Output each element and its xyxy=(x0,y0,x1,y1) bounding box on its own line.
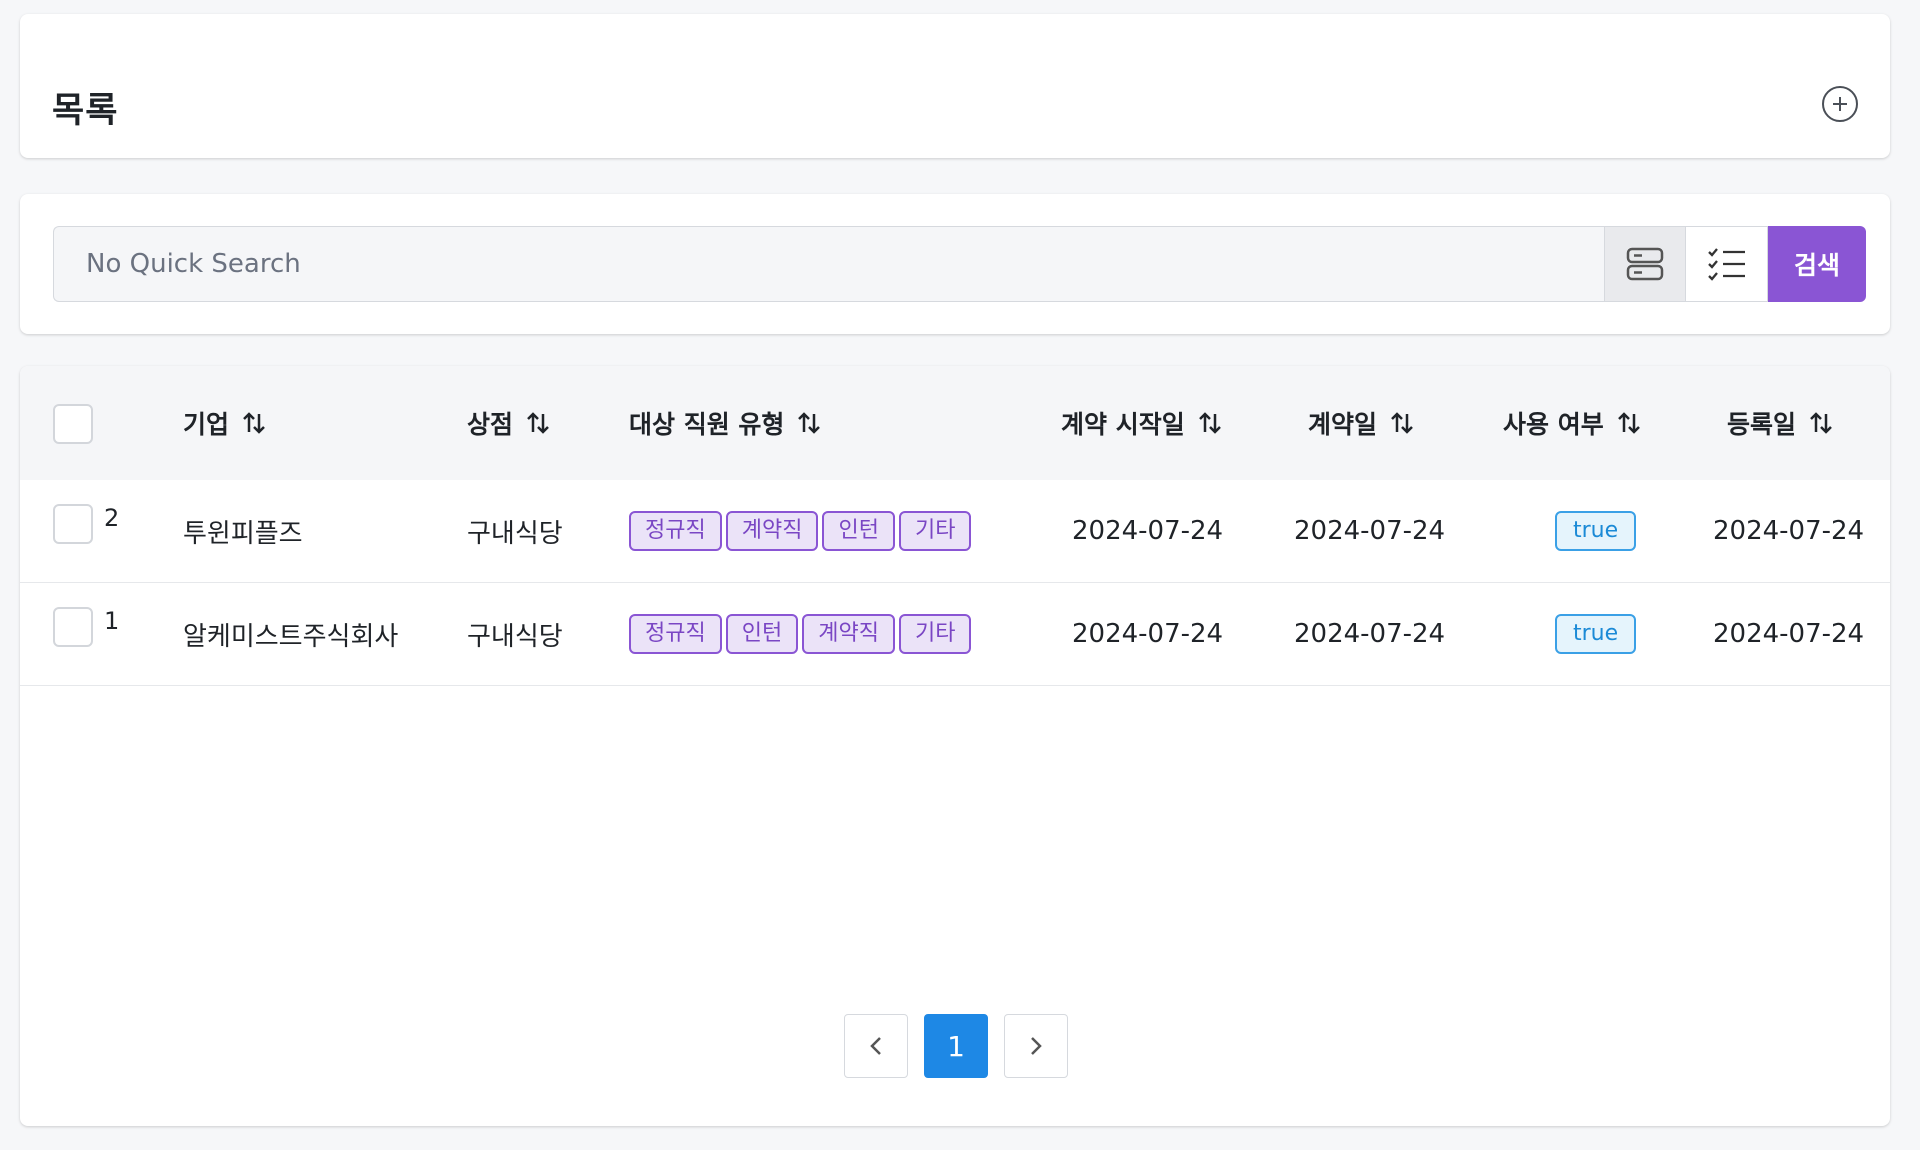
row-checkbox[interactable] xyxy=(53,504,93,544)
employee-type-tag: 정규직 xyxy=(629,614,722,654)
cell-contract-date: 2024-07-24 xyxy=(1294,619,1446,649)
checklist-button[interactable] xyxy=(1686,226,1768,302)
employee-type-tag: 인턴 xyxy=(822,511,895,551)
sort-icon xyxy=(1810,412,1832,434)
employee-type-tag: 인턴 xyxy=(725,614,799,654)
search-bar: 검색 xyxy=(53,226,1866,302)
cell-store: 구내식당 xyxy=(467,621,563,652)
cell-company: 투윈피플즈 xyxy=(183,518,303,549)
chevron-right-icon xyxy=(1031,1037,1042,1055)
table-row[interactable]: 1 알케미스트주식회사 구내식당 정규직 인턴 계약직 기타 2024-07-2… xyxy=(20,583,1890,686)
row-id: 1 xyxy=(104,607,120,635)
cell-registered: 2024-07-24 xyxy=(1713,619,1865,649)
cell-employee-types: 정규직 인턴 계약직 기타 xyxy=(629,583,975,685)
row-id: 2 xyxy=(104,504,120,532)
status-badge: true xyxy=(1555,511,1637,551)
header-card: 목록 xyxy=(20,14,1890,158)
table-header: 기업 상점 대상 직원 유형 계약 시작일 계약일 사용 여부 등록일 xyxy=(20,366,1890,480)
column-header-contract-start[interactable]: 계약 시작일 xyxy=(1061,366,1223,480)
sort-icon xyxy=(1391,412,1413,434)
plus-circle-icon[interactable] xyxy=(1822,86,1858,122)
table-card: 기업 상점 대상 직원 유형 계약 시작일 계약일 사용 여부 등록일 2 투윈… xyxy=(20,366,1890,1126)
row-checkbox[interactable] xyxy=(53,607,93,647)
select-all-checkbox[interactable] xyxy=(53,404,93,444)
table-row[interactable]: 2 투윈피플즈 구내식당 정규직 계약직 인턴 기타 2024-07-24 20… xyxy=(20,480,1890,583)
cell-in-use: true xyxy=(1555,480,1637,582)
cell-registered: 2024-07-24 xyxy=(1713,516,1865,546)
employee-type-tag: 기타 xyxy=(898,614,972,654)
column-header-in-use[interactable]: 사용 여부 xyxy=(1503,366,1642,480)
sort-icon xyxy=(1617,412,1640,434)
employee-type-tag: 계약직 xyxy=(802,614,895,654)
sort-icon xyxy=(527,412,549,434)
cell-employee-types: 정규직 계약직 인턴 기타 xyxy=(629,480,975,582)
cell-in-use: true xyxy=(1555,583,1637,685)
cell-contract-start: 2024-07-24 xyxy=(1072,619,1224,649)
prev-page-button[interactable] xyxy=(844,1014,908,1078)
cell-company: 알케미스트주식회사 xyxy=(183,621,399,652)
filter-fields-icon xyxy=(1626,247,1664,281)
column-header-company[interactable]: 기업 xyxy=(183,366,267,480)
sort-icon xyxy=(798,412,821,434)
employee-type-tag: 계약직 xyxy=(725,511,819,551)
column-header-store[interactable]: 상점 xyxy=(467,366,551,480)
column-header-contract-date[interactable]: 계약일 xyxy=(1308,366,1415,480)
next-page-button[interactable] xyxy=(1004,1014,1068,1078)
cell-contract-start: 2024-07-24 xyxy=(1072,516,1224,546)
checklist-icon xyxy=(1707,248,1745,281)
page-title: 목록 xyxy=(52,91,119,131)
pagination: 1 xyxy=(844,1014,1068,1078)
sort-icon xyxy=(1198,412,1221,434)
quick-search-input[interactable] xyxy=(53,226,1604,302)
column-header-employee-type[interactable]: 대상 직원 유형 xyxy=(629,366,822,480)
filter-button[interactable] xyxy=(1604,226,1686,302)
page-button-current[interactable]: 1 xyxy=(924,1014,988,1078)
search-button[interactable]: 검색 xyxy=(1768,226,1866,302)
search-card: 검색 xyxy=(20,194,1890,334)
cell-contract-date: 2024-07-24 xyxy=(1294,516,1446,546)
sort-icon xyxy=(243,412,265,434)
employee-type-tag: 기타 xyxy=(898,511,972,551)
cell-store: 구내식당 xyxy=(467,518,563,549)
chevron-left-icon xyxy=(870,1037,881,1055)
column-header-registered[interactable]: 등록일 xyxy=(1727,366,1834,480)
employee-type-tag: 정규직 xyxy=(629,511,722,551)
status-badge: true xyxy=(1555,614,1637,654)
